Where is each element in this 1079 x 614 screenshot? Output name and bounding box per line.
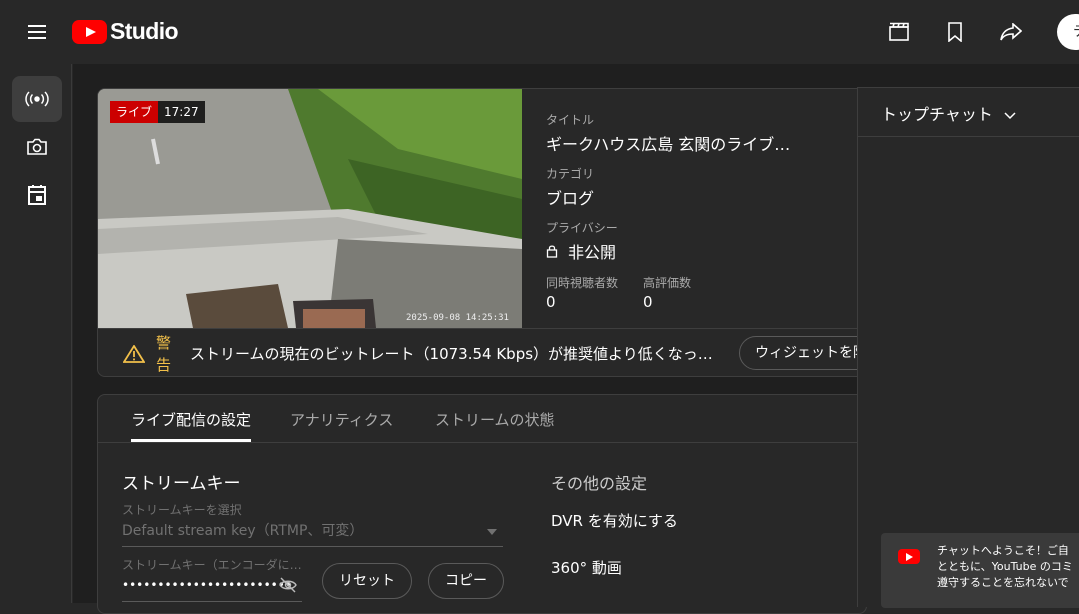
category-value: ブログ	[546, 189, 595, 208]
privacy-text: 非公開	[568, 243, 617, 262]
live-label: ライブ	[110, 101, 159, 123]
likes-count: 0	[643, 293, 653, 311]
bitrate-warning: 警告 ストリームの現在のビットレート（1073.54 Kbps）が推奨値より低く…	[98, 328, 866, 376]
viewers-count: 0	[546, 293, 556, 311]
settings-card: ライブ配信の設定 アナリティクス ストリームの状態 ストリームキー ストリームキ…	[97, 394, 867, 614]
warning-text: ストリームの現在のビットレート（1073.54 Kbps）が推奨値より低くなっ…	[190, 345, 713, 363]
tab-analytics[interactable]: アナリティクス	[290, 409, 393, 430]
calendar-icon[interactable]	[12, 172, 62, 218]
key-underline	[122, 601, 302, 602]
title-label: タイトル	[546, 113, 595, 127]
privacy-value: 非公開	[546, 239, 616, 263]
share-icon[interactable]	[997, 18, 1025, 46]
preview-timestamp: 2025-09-08 14:25:31	[406, 313, 509, 323]
privacy-label: プライバシー	[546, 221, 618, 235]
dvr-setting[interactable]: DVR を有効にする	[551, 510, 678, 531]
chat-panel: トップチャット	[857, 87, 1079, 607]
live-icon[interactable]	[12, 76, 62, 122]
stream-key-select-label: ストリームキーを選択	[122, 503, 242, 517]
studio-logo[interactable]: Studio	[72, 18, 179, 45]
menu-icon[interactable]	[22, 20, 52, 44]
visibility-off-icon[interactable]	[279, 577, 297, 593]
warning-icon	[123, 345, 145, 363]
stream-key-label: ストリームキー（エンコーダに…	[122, 558, 302, 572]
chat-welcome-text: チャットへようこそ！ご自 とともに、YouTube のコミ 遵守することを忘れな…	[937, 544, 1073, 589]
stream-card: ライブ 17:27 2025-09-08 14:25:31 タイトル ギークハウ…	[97, 88, 867, 377]
chat-welcome-message: チャットへようこそ！ご自 とともに、YouTube のコミ 遵守することを忘れな…	[881, 533, 1079, 608]
stream-title: ギークハウス広島 玄関のライブ…	[546, 135, 791, 154]
likes-label: 高評価数	[643, 276, 692, 290]
stream-key-select[interactable]: Default stream key（RTMP、可変）	[122, 520, 363, 540]
bookmark-icon[interactable]	[941, 18, 969, 46]
top-chat-selector[interactable]: トップチャット	[881, 101, 1016, 125]
viewers-label: 同時視聴者数	[546, 276, 619, 290]
category-label: カテゴリ	[546, 167, 595, 181]
chat-title: トップチャット	[881, 105, 993, 124]
chevron-down-icon	[1004, 112, 1016, 120]
left-nav	[0, 64, 72, 603]
hide-widget-button[interactable]: ウィジェットを隠	[739, 336, 866, 370]
stream-key-title: ストリームキー	[122, 474, 241, 494]
stream-preview[interactable]: ライブ 17:27 2025-09-08 14:25:31	[98, 89, 522, 328]
clapperboard-icon[interactable]	[885, 18, 913, 46]
preview-image	[98, 89, 522, 328]
top-bar: Studio テ	[0, 0, 1079, 64]
tab-stream-health[interactable]: ストリームの状態	[435, 409, 555, 430]
warning-label: 警告	[156, 334, 172, 374]
copy-button[interactable]: コピー	[428, 563, 504, 599]
select-underline	[122, 546, 503, 547]
video-360-setting[interactable]: 360° 動画	[551, 557, 622, 578]
active-tab-indicator	[131, 439, 251, 442]
tab-live-settings[interactable]: ライブ配信の設定	[131, 409, 251, 430]
youtube-logo-icon	[72, 19, 107, 44]
chat-header: トップチャット	[858, 87, 1079, 137]
camera-icon[interactable]	[12, 124, 62, 170]
other-settings-title: その他の設定	[551, 474, 648, 493]
live-badge: ライブ 17:27	[110, 101, 205, 123]
lock-icon	[546, 245, 558, 258]
reset-button[interactable]: リセット	[322, 563, 412, 599]
settings-tabs: ライブ配信の設定 アナリティクス ストリームの状態	[98, 395, 866, 443]
dropdown-arrow-icon[interactable]	[487, 529, 497, 535]
avatar[interactable]: テ	[1057, 14, 1079, 50]
youtube-icon	[898, 549, 920, 564]
logo-text: Studio	[110, 18, 179, 44]
stream-key-field[interactable]: ••••••••••••••••••••••••	[122, 578, 292, 592]
elapsed-time: 17:27	[158, 101, 205, 123]
